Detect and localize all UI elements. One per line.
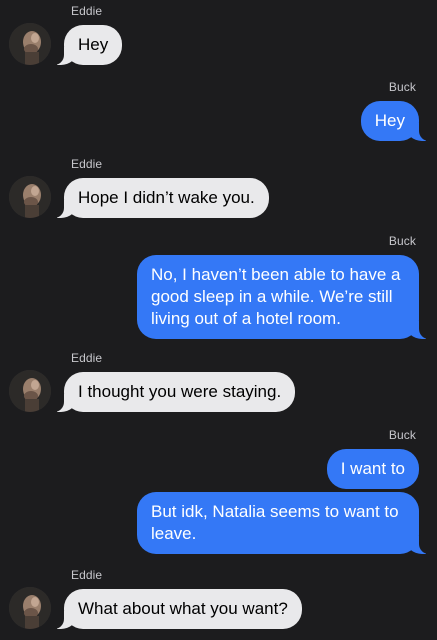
avatar[interactable]	[9, 587, 51, 629]
person-photo-avatar-icon	[9, 176, 51, 218]
sender-name: Buck	[388, 80, 416, 94]
outgoing-message-bubble[interactable]: I want to	[326, 449, 419, 489]
message-text: What about what you want?	[78, 599, 288, 618]
incoming-message-bubble[interactable]: I thought you were staying.	[53, 372, 296, 412]
avatar[interactable]	[9, 23, 51, 65]
person-photo-avatar-icon	[9, 370, 51, 412]
sender-name: Eddie	[71, 568, 103, 582]
outgoing-message-bubble[interactable]: But idk, Natalia seems to want to leave.	[137, 492, 429, 554]
message-text: Hope I didn’t wake you.	[78, 188, 255, 207]
message-text: No, I haven’t been able to have a good s…	[151, 265, 401, 328]
sender-name: Eddie	[71, 157, 103, 171]
outgoing-message-bubble[interactable]: Hey	[360, 101, 430, 141]
person-photo-avatar-icon	[9, 587, 51, 629]
outgoing-message-bubble[interactable]: No, I haven’t been able to have a good s…	[137, 255, 429, 339]
message-text: I thought you were staying.	[78, 382, 282, 401]
person-photo-avatar-icon	[9, 23, 51, 65]
avatar[interactable]	[9, 176, 51, 218]
sender-name: Eddie	[71, 351, 103, 365]
message-text: Hey	[78, 35, 109, 54]
message-text: Hey	[374, 111, 405, 130]
avatar[interactable]	[9, 370, 51, 412]
sender-name: Buck	[388, 428, 416, 442]
message-thread: Eddie Hey Buck Hey Eddie Hope I didn’t w…	[0, 0, 437, 640]
sender-name: Buck	[388, 234, 416, 248]
incoming-message-bubble[interactable]: Hope I didn’t wake you.	[54, 178, 269, 218]
incoming-message-bubble[interactable]: Hey	[53, 25, 123, 65]
incoming-message-bubble[interactable]: What about what you want?	[54, 589, 302, 629]
message-text: I want to	[340, 459, 405, 478]
sender-name: Eddie	[71, 4, 103, 18]
message-text: But idk, Natalia seems to want to leave.	[151, 502, 399, 543]
